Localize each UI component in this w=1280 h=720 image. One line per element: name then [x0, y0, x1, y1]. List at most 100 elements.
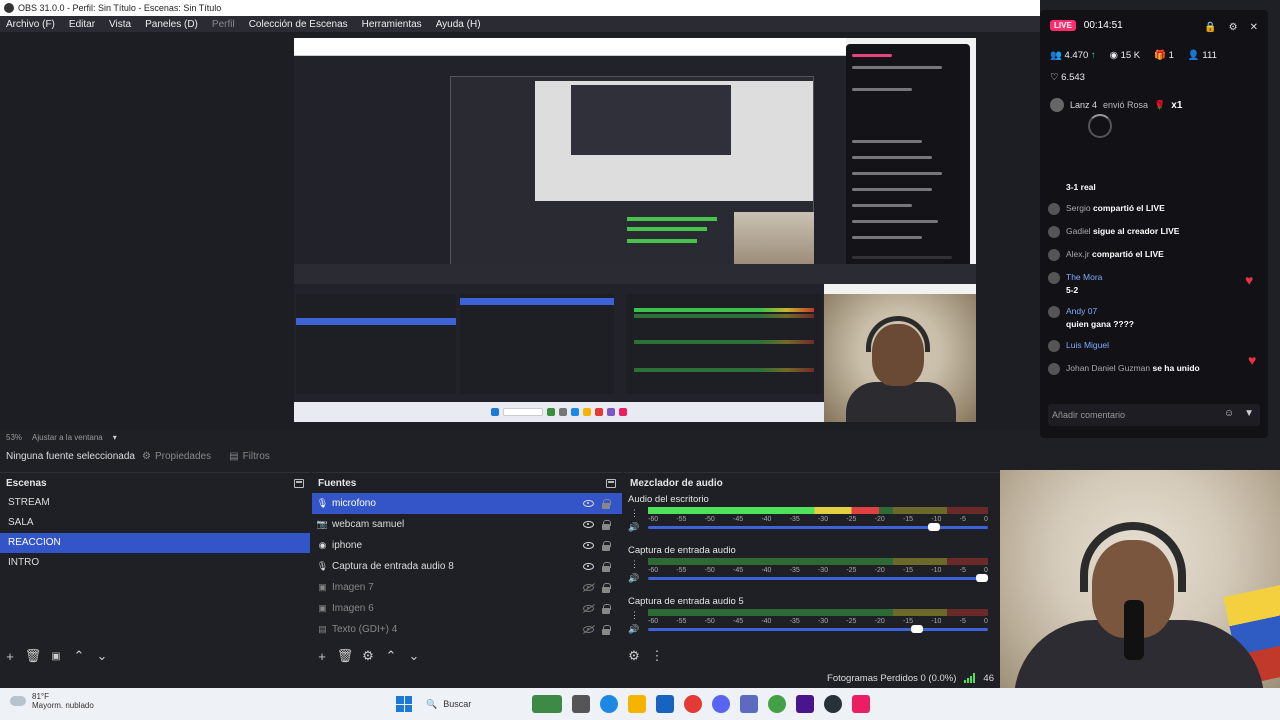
lock-icon[interactable]: [602, 540, 611, 551]
source-label: Texto (GDI+) 4: [332, 624, 398, 635]
settings-icon[interactable]: ⚙: [1229, 22, 1238, 33]
arrow-up-icon[interactable]: ⌃: [385, 648, 397, 663]
chat-user[interactable]: Alex.jr: [1066, 249, 1090, 259]
arrow-up-icon[interactable]: ⌃: [73, 648, 85, 663]
emoji-icon[interactable]: ☺: [1224, 408, 1234, 419]
chrome-icon[interactable]: [684, 695, 702, 713]
tiktok-icon[interactable]: [852, 695, 870, 713]
add-scene-button[interactable]: +: [4, 649, 16, 664]
filters-button[interactable]: ▤ Filtros: [229, 451, 270, 462]
gear-icon[interactable]: ⚙: [628, 648, 640, 663]
visibility-icon[interactable]: [583, 521, 594, 528]
gear-icon[interactable]: ⚙: [362, 648, 374, 663]
chat-message: The Mora 5-2: [1048, 272, 1260, 295]
scenes-dock: Escenas STREAM SALA REACCION INTRO + 🗑 ▣…: [0, 472, 310, 668]
weather-widget[interactable]: 81°F Mayorm. nublado: [10, 692, 94, 710]
more-vertical-icon[interactable]: ⋮: [630, 559, 639, 570]
teams-icon[interactable]: [740, 695, 758, 713]
volume-slider-knob[interactable]: [928, 523, 941, 531]
chat-user[interactable]: Gadiel: [1066, 226, 1091, 236]
properties-button[interactable]: ⚙ Propiedades: [142, 451, 211, 462]
volume-slider[interactable]: [648, 574, 988, 582]
trash-icon[interactable]: 🗑: [337, 648, 354, 663]
lock-icon[interactable]: [602, 582, 611, 593]
task-view-icon[interactable]: [572, 695, 590, 713]
lock-icon[interactable]: [602, 519, 611, 530]
chat-user[interactable]: Johan Daniel Guzman: [1066, 363, 1150, 373]
arrow-down-icon[interactable]: ⌄: [408, 648, 420, 663]
scene-item-sala[interactable]: SALA: [0, 513, 310, 533]
chat-user[interactable]: The Mora: [1066, 272, 1102, 282]
chat-user[interactable]: Andy 07: [1066, 306, 1134, 316]
visibility-off-icon[interactable]: [583, 584, 594, 591]
visibility-off-icon[interactable]: [583, 605, 594, 612]
source-item[interactable]: ▤ Texto (GDI+) 4: [312, 619, 622, 640]
speaker-icon[interactable]: 🔊: [628, 573, 639, 584]
windows-taskbar: 81°F Mayorm. nublado 🔍 Buscar: [0, 688, 1280, 720]
comment-input[interactable]: Añadir comentario ☺ ▼: [1048, 404, 1260, 426]
lock-icon[interactable]: 🔒: [1204, 22, 1216, 33]
add-source-button[interactable]: +: [316, 649, 328, 664]
close-icon[interactable]: ✕: [1250, 22, 1258, 33]
source-item[interactable]: ◉ iphone: [312, 535, 622, 556]
menu-vista[interactable]: Vista: [109, 19, 131, 30]
scene-item-intro[interactable]: INTRO: [0, 553, 310, 573]
chat-user[interactable]: Sergio: [1066, 203, 1091, 213]
visibility-icon[interactable]: [583, 500, 594, 507]
store-icon[interactable]: [656, 695, 674, 713]
volume-slider[interactable]: [648, 625, 988, 633]
source-item[interactable]: ▣ Imagen 7: [312, 577, 622, 598]
source-item[interactable]: 🎙 microfono: [312, 493, 622, 514]
source-label: iphone: [332, 540, 363, 551]
menu-archivo[interactable]: Archivo (F): [6, 19, 55, 30]
visibility-icon[interactable]: [583, 563, 594, 570]
source-item[interactable]: 📷 webcam samuel: [312, 514, 622, 535]
browser-icon[interactable]: [768, 695, 786, 713]
menu-paneles[interactable]: Paneles (D): [145, 19, 198, 30]
source-item[interactable]: 🎙 Captura de entrada audio 8: [312, 556, 622, 577]
discord-icon[interactable]: [712, 695, 730, 713]
taskbar-search[interactable]: 🔍 Buscar: [422, 694, 522, 714]
menu-ayuda[interactable]: Ayuda (H): [436, 19, 481, 30]
edge-icon[interactable]: [600, 695, 618, 713]
undock-icon[interactable]: [294, 478, 304, 488]
more-vertical-icon[interactable]: ⋮: [630, 508, 639, 519]
lock-icon[interactable]: [602, 624, 611, 635]
chat-user[interactable]: Luis Miguel: [1066, 340, 1109, 350]
scene-item-stream[interactable]: STREAM: [0, 493, 310, 513]
trees-widget-icon[interactable]: [532, 695, 562, 713]
zoom-fit-dropdown[interactable]: Ajustar a la ventana: [32, 433, 103, 442]
chat-message: Andy 07 quien gana ????: [1048, 306, 1260, 329]
filter-icon[interactable]: ▼: [1244, 408, 1254, 419]
program-preview[interactable]: [294, 38, 976, 422]
chevron-down-icon[interactable]: ▾: [113, 433, 117, 442]
more-vertical-icon[interactable]: ⋮: [630, 610, 639, 621]
volume-slider[interactable]: [648, 523, 988, 531]
windows-start-icon[interactable]: [396, 696, 412, 712]
arrow-down-icon[interactable]: ⌄: [96, 648, 108, 663]
menu-perfil[interactable]: Perfil: [212, 19, 235, 30]
visibility-off-icon[interactable]: [583, 626, 594, 633]
volume-slider-knob[interactable]: [976, 574, 988, 582]
undock-icon[interactable]: [606, 478, 616, 488]
trash-icon[interactable]: 🗑: [25, 648, 42, 663]
filter-icon[interactable]: ▣: [50, 650, 62, 662]
menu-editar[interactable]: Editar: [69, 19, 95, 30]
more-vertical-icon[interactable]: ⋮: [651, 648, 664, 663]
speaker-icon[interactable]: 🔊: [628, 522, 639, 533]
lock-icon[interactable]: [602, 561, 611, 572]
app-icon[interactable]: [796, 695, 814, 713]
scene-item-reaccion[interactable]: REACCION: [0, 533, 310, 553]
folder-icon[interactable]: [628, 695, 646, 713]
menu-coleccion-escenas[interactable]: Colección de Escenas: [249, 19, 348, 30]
meter-tick-label: -20: [874, 567, 885, 574]
volume-slider-knob[interactable]: [911, 625, 924, 633]
lock-icon[interactable]: [602, 603, 611, 614]
source-item[interactable]: ▣ Imagen 6: [312, 598, 622, 619]
lock-icon[interactable]: [602, 498, 611, 509]
scenes-toolbar: + 🗑 ▣ ⌃ ⌄: [4, 648, 108, 664]
speaker-icon[interactable]: 🔊: [628, 624, 639, 635]
visibility-icon[interactable]: [583, 542, 594, 549]
menu-herramientas[interactable]: Herramientas: [362, 19, 422, 30]
obs-icon[interactable]: [824, 695, 842, 713]
